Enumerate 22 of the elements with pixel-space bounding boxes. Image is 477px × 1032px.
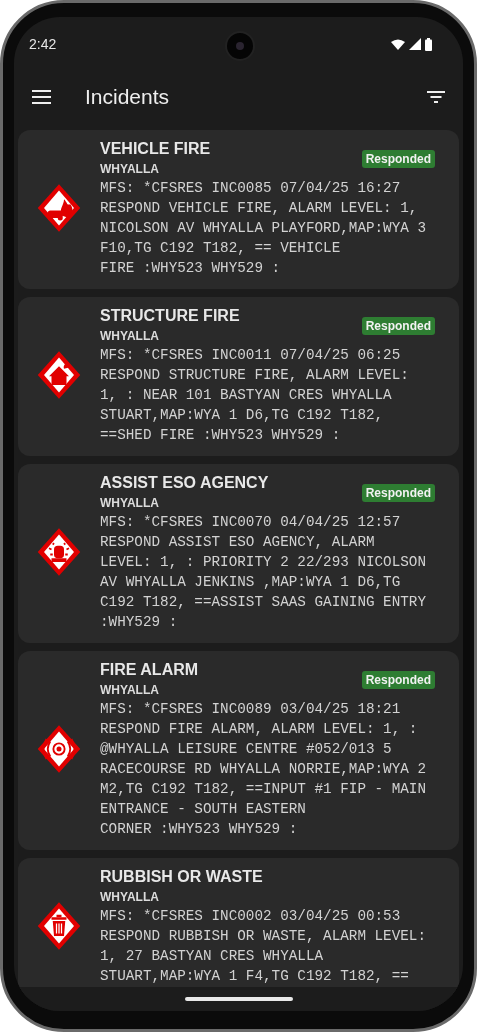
battery-icon — [425, 37, 432, 51]
incident-card[interactable] — [18, 651, 459, 850]
incident-description: MFS: *CFSRES INC0085 07/04/25 16:27 RESPOND VEHICLE FIRE, ALARM LEVEL: 1, NICOLSON AV WHYALLA PLAYFORD,MAP:WYA 3 F10,TG C192 T182, == VEHICLE FIRE :WHY523 WHY529 : — [100, 179, 428, 278]
status-badge: Responded — [361, 484, 435, 502]
incident-description: MFS: *CFSRES INC0070 04/04/25 12:57 RESPOND ASSIST ESO AGENCY, ALARM LEVEL: 1, : PRIORITY 2 22/293 NICOLSON AV WHYALLA JENKINS ,MAP:WYA 1 D6,TG C192 T182, ==ASSIST SAAS GAINING ENTRY :WHY529 : — [100, 513, 428, 632]
status-badge: Responded — [361, 150, 435, 168]
signal-icon — [409, 38, 421, 50]
incident-location: WHYALLA — [100, 889, 160, 906]
status-badge: Responded — [361, 671, 435, 689]
incident-title: RUBBISH OR WASTE — [100, 867, 264, 887]
incident-card[interactable] — [18, 464, 459, 643]
wifi-icon — [391, 38, 405, 50]
incident-description: MFS: *CFSRES INC0011 07/04/25 06:25 RESPOND STRUCTURE FIRE, ALARM LEVEL: 1, : NEAR 101 BASTYAN CRES WHYALLA STUART,MAP:WYA 1 D6,TG C192 T182, ==SHED FIRE :WHY523 WHY529 : — [100, 346, 410, 445]
incident-description: MFS: *CFSRES INC0002 03/04/25 00:53 RESPOND RUBBISH OR WASTE, ALARM LEVEL: 1, 27 BASTYAN CRES WHYALLA STUART,MAP:WYA 1 F4,TG C192 T182, == — [100, 907, 428, 986]
screen-title: Incidents — [85, 84, 171, 111]
incident-description: MFS: *CFSRES INC0089 03/04/25 18:21 RESPOND FIRE ALARM, ALARM LEVEL: 1, : @WHYALLA LEISURE CENTRE #052/013 5 RACECOURSE RD WHYALLA NORRIE,MAP:WYA 2 M2,TG C192 T182, ==INPUT #1 FIP - MAIN ENTRANCE - SOUTH EASTERN CORNER :WHY523 WHY529 : — [100, 700, 428, 839]
incident-card[interactable]: VEHICLE FIRE WHYALLA MFS: *CFSRES INC0085 07/04/25 16:27 RESPOND VEHICLE FIRE, ALARM LEVEL: 1, NICOLSON AV WHYALLA PLAYFORD,MAP:WYA 3 F10,TG C192 T182, == VEHICLE FIRE :WHY523 WHY529 : Responded — [18, 130, 459, 289]
incident-card[interactable] — [18, 297, 459, 456]
status-badge: Responded — [361, 317, 435, 335]
menu-icon[interactable] — [32, 90, 51, 104]
filter-icon[interactable] — [427, 91, 445, 103]
status-time: 2:42 — [29, 34, 57, 54]
